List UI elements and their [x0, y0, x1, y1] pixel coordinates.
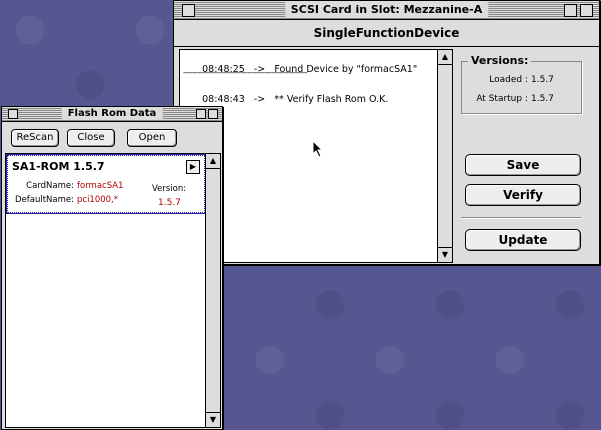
- rom-list-panel[interactable]: SA1-ROM 1.5.7 ▶ CardName: formacSA1 Defa…: [5, 153, 221, 428]
- version-value: 1.5.7: [158, 198, 181, 208]
- log-separator: ----------------------------------------…: [183, 68, 308, 77]
- save-button[interactable]: Save: [465, 154, 581, 176]
- scroll-down-arrow-icon[interactable]: ▼: [206, 412, 220, 428]
- flash-window-title: Flash Rom Data: [61, 107, 163, 120]
- version-label: Version:: [152, 184, 187, 194]
- close-box-icon[interactable]: [182, 4, 195, 17]
- button-divider: [461, 217, 581, 219]
- rom-item-title: SA1-ROM 1.5.7: [12, 160, 105, 173]
- close-button[interactable]: Close: [67, 129, 115, 147]
- scsi-window-title: SCSI Card in Slot: Mezzanine-A: [284, 2, 489, 18]
- scroll-up-arrow-icon[interactable]: ▲: [206, 153, 220, 169]
- loaded-label: Loaded :: [489, 75, 528, 85]
- startup-label: At Startup :: [476, 94, 528, 104]
- loaded-value: 1.5.7: [531, 75, 554, 85]
- versions-panel: Versions: Loaded : 1.5.7 At Startup : 1.…: [461, 54, 582, 114]
- cardname-value: formacSA1: [77, 181, 124, 191]
- rescan-button[interactable]: ReScan: [11, 129, 59, 147]
- collapse-box-icon[interactable]: [580, 4, 593, 17]
- triangle-right-icon: ▶: [189, 162, 197, 171]
- defaultname-value: pci1000,*: [77, 195, 119, 205]
- versions-heading: Versions:: [468, 54, 532, 67]
- startup-value: 1.5.7: [531, 94, 554, 104]
- cardname-label: CardName:: [26, 181, 74, 191]
- log-scrollbar[interactable]: ▲ ▼: [437, 49, 452, 263]
- defaultname-label: DefaultName:: [15, 195, 74, 205]
- device-type-header: SingleFunctionDevice: [174, 20, 599, 47]
- scsi-card-window: SCSI Card in Slot: Mezzanine-A SingleFun…: [173, 0, 600, 265]
- scsi-window-titlebar[interactable]: SCSI Card in Slot: Mezzanine-A: [174, 1, 599, 20]
- scroll-down-arrow-icon[interactable]: ▼: [438, 247, 452, 263]
- zoom-box-icon[interactable]: [564, 4, 577, 17]
- scroll-up-arrow-icon[interactable]: ▲: [438, 49, 452, 65]
- device-type-label: SingleFunctionDevice: [313, 26, 460, 40]
- rom-list-item[interactable]: SA1-ROM 1.5.7 ▶ CardName: formacSA1 Defa…: [6, 154, 206, 214]
- flash-window-titlebar[interactable]: Flash Rom Data: [2, 107, 222, 122]
- expand-arrow-button[interactable]: ▶: [186, 160, 200, 174]
- collapse-box-icon[interactable]: [208, 109, 218, 119]
- zoom-box-icon[interactable]: [196, 109, 206, 119]
- close-box-icon[interactable]: [8, 109, 18, 119]
- rom-list-scrollbar[interactable]: ▲ ▼: [205, 153, 220, 428]
- mouse-pointer-icon: [312, 140, 324, 158]
- update-button[interactable]: Update: [465, 229, 581, 251]
- verify-button[interactable]: Verify: [465, 184, 581, 206]
- open-button[interactable]: Open: [127, 129, 177, 147]
- flash-rom-window: Flash Rom Data ReScan Close Open SA1-ROM…: [1, 106, 223, 430]
